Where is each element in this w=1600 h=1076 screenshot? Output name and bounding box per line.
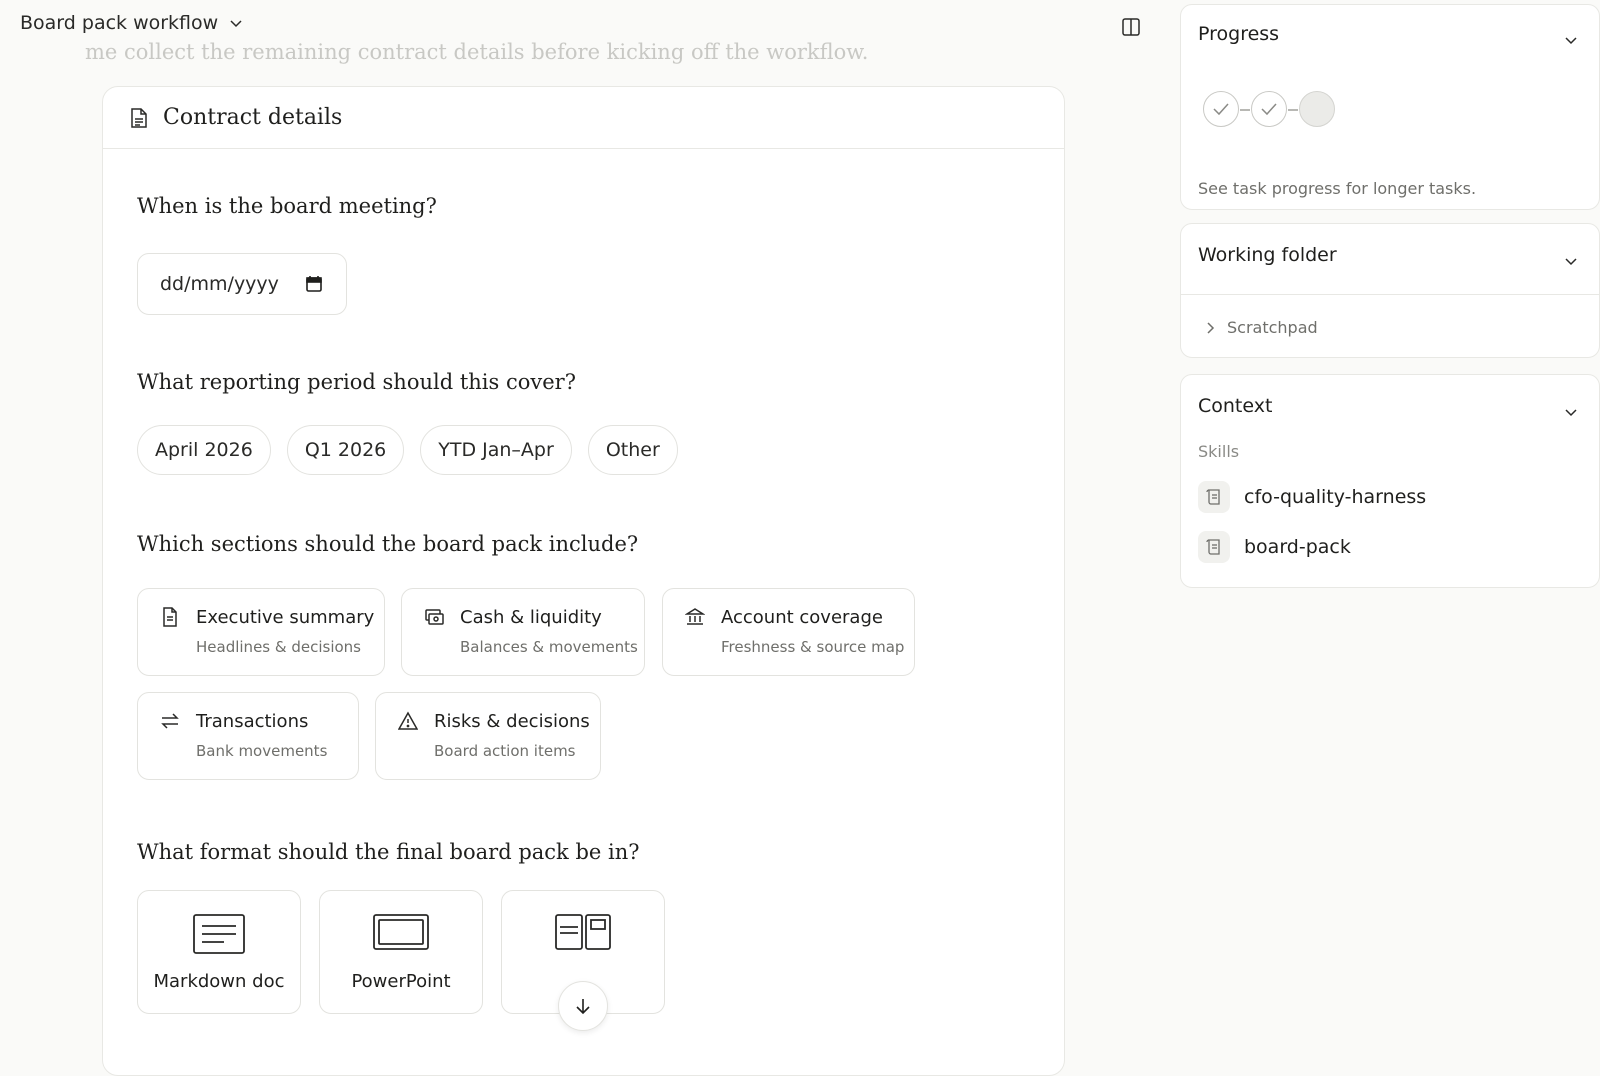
section-subtitle: Freshness & source map (721, 638, 905, 656)
skill-badge (1198, 481, 1230, 513)
chevron-down-icon[interactable] (1563, 404, 1579, 420)
question-format: What format should the final board pack … (137, 840, 640, 864)
sidebar-toggle-icon[interactable] (1121, 17, 1141, 37)
section-option-risks-decisions[interactable]: Risks & decisions Board action items (375, 692, 601, 780)
skills-label: Skills (1198, 442, 1240, 461)
card-header: Contract details (103, 87, 1064, 149)
contract-details-card: Contract details When is the board meeti… (102, 86, 1065, 1076)
context-panel: Context Skills cfo-quality-harness board… (1180, 374, 1600, 588)
scroll-icon (1206, 539, 1220, 555)
panel-title: Context (1198, 395, 1273, 417)
document-icon (163, 607, 177, 627)
section-title: Executive summary (196, 607, 375, 628)
format-option-powerpoint[interactable]: PowerPoint (319, 890, 483, 1014)
section-subtitle: Board action items (434, 742, 576, 760)
slides-icon (373, 914, 429, 950)
card-title: Contract details (163, 105, 343, 130)
document-icon (131, 107, 147, 128)
progress-step-done (1203, 91, 1239, 127)
period-chip-ytd[interactable]: YTD Jan–Apr (420, 425, 572, 475)
calendar-icon[interactable] (305, 275, 323, 293)
working-folder-panel: Working folder Scratchpad (1180, 223, 1600, 358)
progress-step-pending (1299, 91, 1335, 127)
question-sections: Which sections should the board pack inc… (137, 532, 639, 556)
chevron-right-icon (1207, 321, 1215, 334)
chevron-down-icon[interactable] (1563, 32, 1579, 48)
section-subtitle: Balances & movements (460, 638, 638, 656)
reporting-period-options: April 2026 Q1 2026 YTD Jan–Apr Other (137, 425, 678, 475)
section-title: Risks & decisions (434, 711, 590, 732)
section-title: Account coverage (721, 607, 883, 628)
progress-panel: Progress See task progress for longer ta… (1180, 4, 1600, 210)
format-label: Markdown doc (153, 971, 285, 992)
arrow-down-icon (576, 999, 590, 1015)
scroll-icon (1206, 489, 1220, 505)
section-option-cash-liquidity[interactable]: Cash & liquidity Balances & movements (401, 588, 645, 676)
swap-arrows-icon (161, 713, 179, 729)
period-chip-q1-2026[interactable]: Q1 2026 (286, 425, 405, 475)
format-label: PowerPoint (351, 971, 451, 992)
section-option-executive-summary[interactable]: Executive summary Headlines & decisions (137, 588, 385, 676)
skill-label: board-pack (1244, 536, 1351, 558)
checkmark-icon (1213, 103, 1229, 116)
skill-label: cfo-quality-harness (1244, 486, 1427, 508)
folder-item-label: Scratchpad (1227, 318, 1318, 337)
section-subtitle: Bank movements (196, 742, 328, 760)
cash-icon (425, 609, 444, 625)
checkmark-icon (1261, 103, 1277, 116)
section-title: Transactions (196, 711, 309, 732)
step-connector (1240, 109, 1250, 111)
skill-item-cfo-quality-harness[interactable]: cfo-quality-harness (1198, 481, 1426, 513)
question-reporting-period: What reporting period should this cover? (137, 370, 576, 394)
folder-item-scratchpad[interactable]: Scratchpad (1203, 318, 1318, 337)
warning-icon (398, 711, 418, 730)
section-title: Cash & liquidity (460, 607, 602, 628)
section-subtitle: Headlines & decisions (196, 638, 361, 656)
step-connector (1288, 109, 1298, 111)
dashboard-layout-icon (555, 914, 611, 950)
progress-note: See task progress for longer tasks. (1198, 179, 1477, 198)
progress-step-done (1251, 91, 1287, 127)
panel-title: Working folder (1198, 244, 1337, 266)
period-chip-april-2026[interactable]: April 2026 (137, 425, 271, 475)
board-meeting-date-input[interactable]: dd/mm/yyyy (137, 253, 347, 315)
date-placeholder: dd/mm/yyyy (160, 273, 279, 295)
bank-icon (685, 608, 705, 625)
markdown-doc-icon (193, 914, 245, 954)
divider (1181, 294, 1599, 295)
section-option-transactions[interactable]: Transactions Bank movements (137, 692, 359, 780)
workflow-title: Board pack workflow (20, 12, 219, 34)
previous-message-text: me collect the remaining contract detail… (85, 40, 869, 64)
section-option-account-coverage[interactable]: Account coverage Freshness & source map (662, 588, 915, 676)
scroll-down-button[interactable] (558, 981, 608, 1031)
chevron-down-icon[interactable] (1563, 253, 1579, 269)
workflow-selector[interactable]: Board pack workflow (20, 12, 244, 34)
chevron-down-icon (230, 20, 242, 28)
format-option-markdown[interactable]: Markdown doc (137, 890, 301, 1014)
skill-badge (1198, 531, 1230, 563)
panel-title: Progress (1198, 23, 1280, 45)
skill-item-board-pack[interactable]: board-pack (1198, 531, 1351, 563)
period-chip-other[interactable]: Other (587, 425, 678, 475)
question-board-meeting: When is the board meeting? (137, 194, 437, 218)
